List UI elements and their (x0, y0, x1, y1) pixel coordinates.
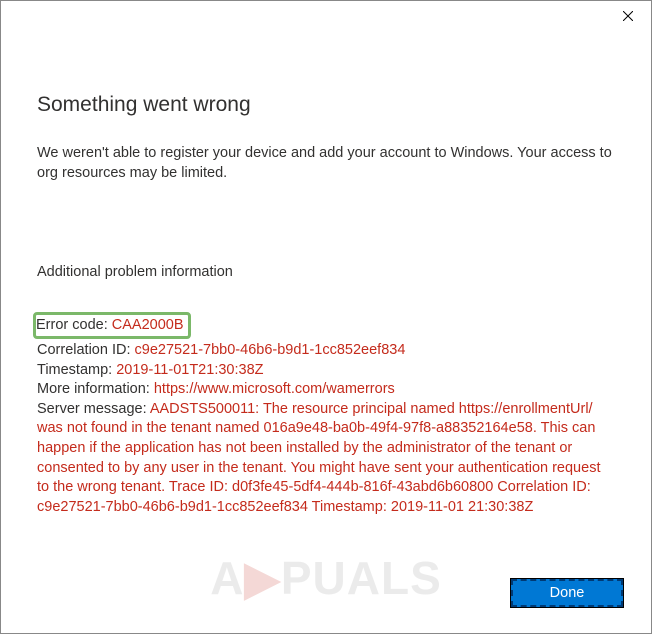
watermark-accent: ▶ (244, 552, 280, 604)
titlebar (1, 1, 651, 37)
more-info-row: More information: https://www.microsoft.… (37, 380, 615, 400)
correlation-label: Correlation ID: (37, 342, 135, 358)
watermark-prefix: A (210, 552, 244, 604)
timestamp-value: 2019-11-01T21:30:38Z (116, 362, 263, 378)
problem-details: Error code: CAA2000B Correlation ID: c9e… (37, 312, 615, 518)
more-info-link[interactable]: https://www.microsoft.com/wamerrors (154, 381, 395, 397)
dialog-title: Something went wrong (37, 93, 615, 117)
server-message-value: AADSTS500011: The resource principal nam… (37, 401, 600, 515)
done-button[interactable]: Done (511, 579, 623, 607)
error-code-highlight: Error code: CAA2000B (33, 312, 191, 340)
server-message-row: Server message: AADSTS500011: The resour… (37, 400, 615, 517)
correlation-value: c9e27521-7bb0-46b6-b9d1-1cc852eef834 (135, 342, 406, 358)
error-code-label: Error code: (36, 317, 112, 333)
dialog-content: Something went wrong We weren't able to … (1, 37, 651, 517)
correlation-row: Correlation ID: c9e27521-7bb0-46b6-b9d1-… (37, 341, 615, 361)
error-code-value: CAA2000B (112, 317, 184, 333)
watermark-suffix: PUALS (281, 552, 442, 604)
dialog-description: We weren't able to register your device … (37, 143, 615, 184)
dialog-footer: Done (511, 579, 623, 607)
server-message-label: Server message: (37, 401, 150, 417)
watermark: A▶PUALS (210, 551, 442, 605)
additional-info-heading: Additional problem information (37, 264, 615, 280)
close-button[interactable] (605, 1, 651, 31)
close-icon (623, 11, 633, 21)
timestamp-label: Timestamp: (37, 362, 116, 378)
timestamp-row: Timestamp: 2019-11-01T21:30:38Z (37, 361, 615, 381)
more-info-label: More information: (37, 381, 154, 397)
